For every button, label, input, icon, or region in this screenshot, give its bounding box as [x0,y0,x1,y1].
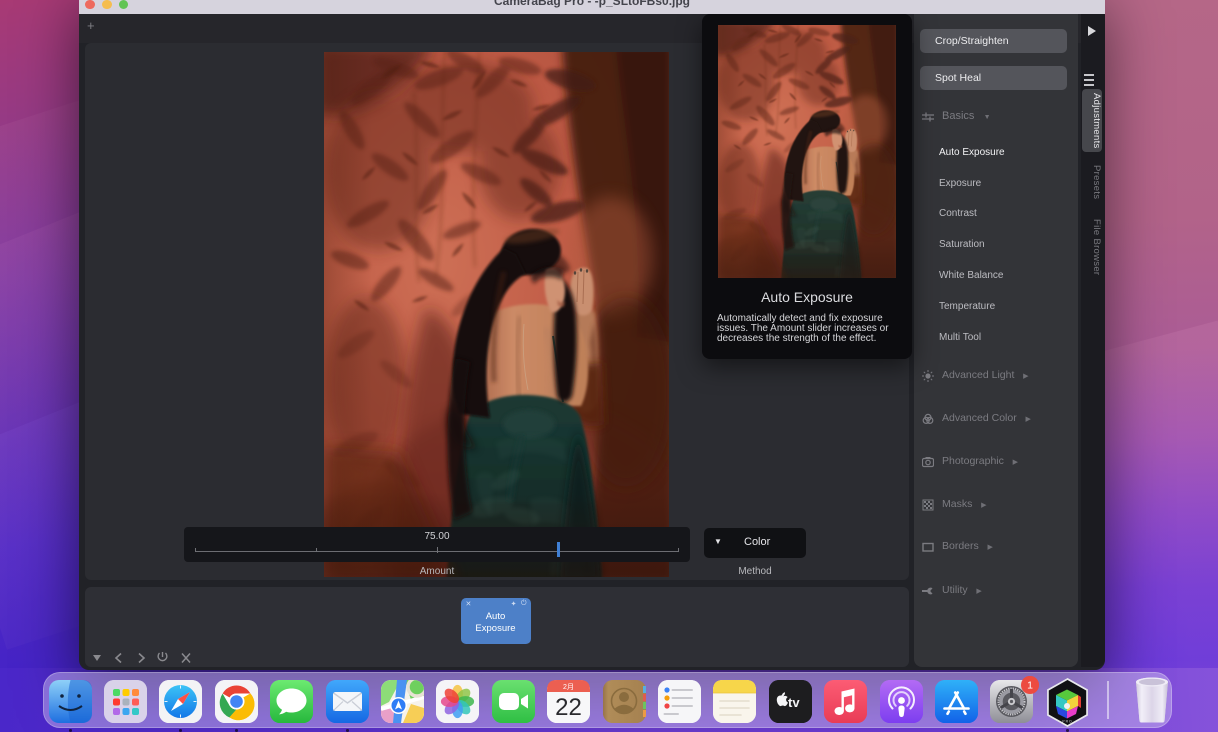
svg-text:2月: 2月 [563,683,574,691]
svg-text:22: 22 [555,694,582,721]
svg-text:tv: tv [788,695,800,710]
svg-text:1: 1 [1027,680,1033,692]
svg-text:PRO: PRO [1062,719,1072,723]
